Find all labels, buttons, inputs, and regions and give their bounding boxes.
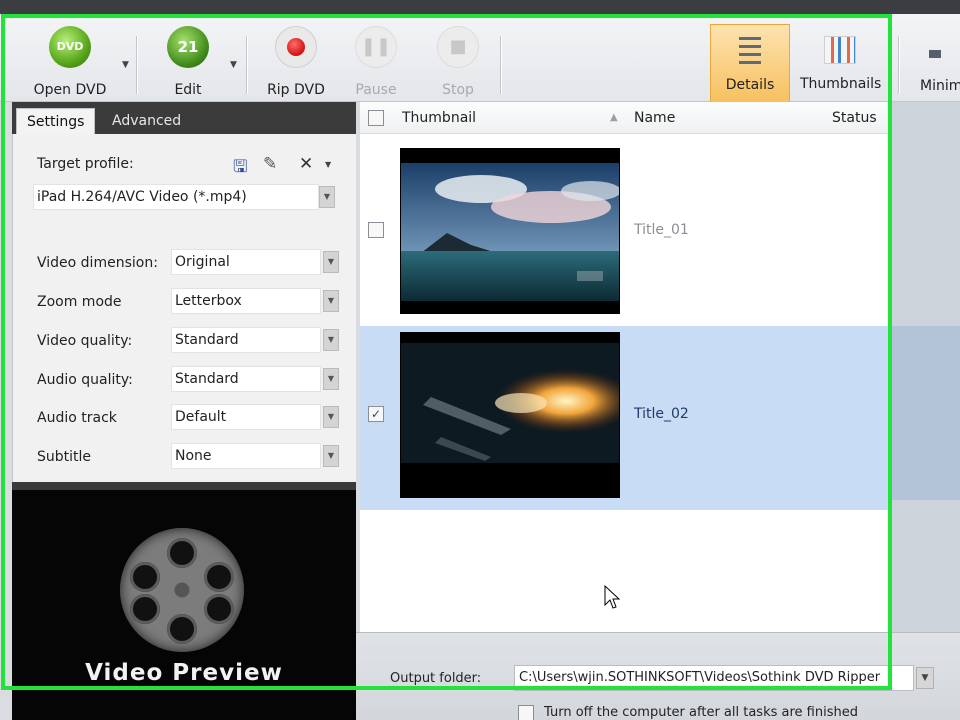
shutdown-label: Turn off the computer after all tasks ar… [544,705,858,720]
video-dimension-label: Video dimension: [37,255,158,271]
edit-button[interactable]: 21 Edit [150,22,226,100]
thumbnail-image [400,148,620,314]
rip-dvd-button[interactable]: Rip DVD [258,22,334,100]
open-dvd-button[interactable]: DVD Open DVD [30,22,110,100]
mouse-cursor-icon [604,585,620,609]
audio-quality-select[interactable]: Standard [171,366,321,392]
list-item[interactable]: Title_01 [360,142,890,326]
delete-profile-icon[interactable]: ✕ [299,154,313,174]
list-item-selected[interactable]: ✓ Title_02 [360,326,890,510]
target-profile-label: Target profile: [37,156,134,172]
toolbar-separator [246,36,247,94]
target-profile-arrow-icon[interactable]: ▼ [319,186,335,208]
minimize-icon [929,50,941,58]
title-bar [0,0,960,14]
minimize-label: Minim [920,78,960,94]
record-icon [275,26,317,68]
video-quality-select[interactable]: Standard [171,327,321,353]
sort-arrow-icon: ▲ [610,112,618,123]
ocean-scene-thumbnail [401,149,619,313]
zoom-mode-label: Zoom mode [37,294,122,310]
profile-menu-dropdown-icon[interactable]: ▼ [325,160,331,169]
audio-quality-label: Audio quality: [37,372,133,388]
column-name[interactable]: Name [634,110,675,126]
tab-settings[interactable]: Settings [16,108,96,134]
audio-quality-arrow-icon[interactable]: ▼ [323,368,339,390]
thumbnails-label: Thumbnails [800,76,882,92]
zoom-mode-select[interactable]: Letterbox [171,288,321,314]
video-dimension-select[interactable]: Original [171,249,321,275]
reel-hole [204,594,234,624]
settings-form: Target profile: 🖫 ✎ ✕ ▼ iPad H.264/AVC V… [12,134,356,482]
title-list: Thumbnail ▲ Name Status Title_01 ✓ Title… [360,102,890,632]
tab-advanced[interactable]: Advanced [102,108,191,134]
reel-hole [167,614,197,644]
film-reel-icon [120,528,244,652]
edit-profile-icon[interactable]: ✎ [263,154,277,174]
details-label: Details [725,77,775,93]
stop-button[interactable]: ■ Stop [426,22,490,100]
right-scroll-area [890,102,960,632]
details-list-icon [739,37,761,65]
toolbar-separator [500,36,501,94]
item-name[interactable]: Title_02 [634,406,689,422]
audio-track-arrow-icon[interactable]: ▼ [323,406,339,428]
save-profile-icon[interactable]: 🖫 [233,154,247,183]
app-window: DVD Open DVD ▼ 21 Edit ▼ Rip DVD ❚❚ Paus… [0,0,960,720]
browse-output-button[interactable]: ▼ [916,667,934,689]
item-checkbox[interactable]: ✓ [368,406,384,422]
selection-band [890,326,960,500]
output-folder-label: Output folder: [390,671,482,686]
output-bar: Output folder: C:\Users\wjin.SOTHINKSOFT… [356,632,960,720]
subtitle-select[interactable]: None [171,443,321,469]
list-header: Thumbnail ▲ Name Status [360,102,890,134]
shutdown-checkbox[interactable] [518,705,534,720]
toolbar-separator [136,36,137,94]
reel-hole [204,562,234,592]
dvd-disc-icon: DVD [49,26,91,68]
reel-hole [167,538,197,568]
item-name[interactable]: Title_01 [634,222,689,238]
subtitle-arrow-icon[interactable]: ▼ [323,445,339,467]
edit-icon: 21 [167,26,209,68]
video-dimension-arrow-icon[interactable]: ▼ [323,251,339,273]
toolbar: DVD Open DVD ▼ 21 Edit ▼ Rip DVD ❚❚ Paus… [0,14,960,106]
target-profile-select[interactable]: iPad H.264/AVC Video (*.mp4) [33,184,319,210]
select-all-checkbox[interactable] [368,110,384,126]
stop-icon: ■ [437,26,479,68]
thumbnail-image [400,332,620,498]
subtitle-label: Subtitle [37,449,92,465]
pause-label: Pause [355,82,397,98]
explosion-scene-thumbnail [401,333,619,497]
item-checkbox[interactable] [368,222,384,238]
rip-dvd-label: Rip DVD [267,82,325,98]
reel-hole [130,594,160,624]
edit-label: Edit [174,82,202,98]
settings-tabs: Settings Advanced [12,102,356,134]
thumbnails-view-button[interactable]: Thumbnails [800,24,882,106]
toolbar-separator [898,36,899,94]
edit-dropdown-icon[interactable]: ▼ [230,60,237,70]
video-preview: Video Preview [12,490,356,720]
zoom-mode-arrow-icon[interactable]: ▼ [323,290,339,312]
pause-icon: ❚❚ [355,26,397,68]
stop-label: Stop [442,82,474,98]
audio-track-select[interactable]: Default [171,404,321,430]
video-quality-label: Video quality: [37,333,133,349]
column-thumbnail[interactable]: Thumbnail [402,110,476,126]
minimize-view-button[interactable]: Minim [910,24,960,106]
output-folder-input[interactable]: C:\Users\wjin.SOTHINKSOFT\Videos\Sothink… [514,665,914,691]
thumbnails-grid-icon [824,36,856,64]
video-quality-arrow-icon[interactable]: ▼ [323,329,339,351]
open-dvd-label: Open DVD [33,82,107,98]
settings-panel: Settings Advanced Target profile: 🖫 ✎ ✕ … [12,102,356,720]
audio-track-label: Audio track [37,410,117,426]
details-view-button[interactable]: Details [710,24,790,106]
column-status[interactable]: Status [832,110,877,126]
open-dvd-dropdown-icon[interactable]: ▼ [122,60,129,70]
video-preview-title: Video Preview [85,660,283,686]
pause-button[interactable]: ❚❚ Pause [344,22,408,100]
reel-hole [130,562,160,592]
